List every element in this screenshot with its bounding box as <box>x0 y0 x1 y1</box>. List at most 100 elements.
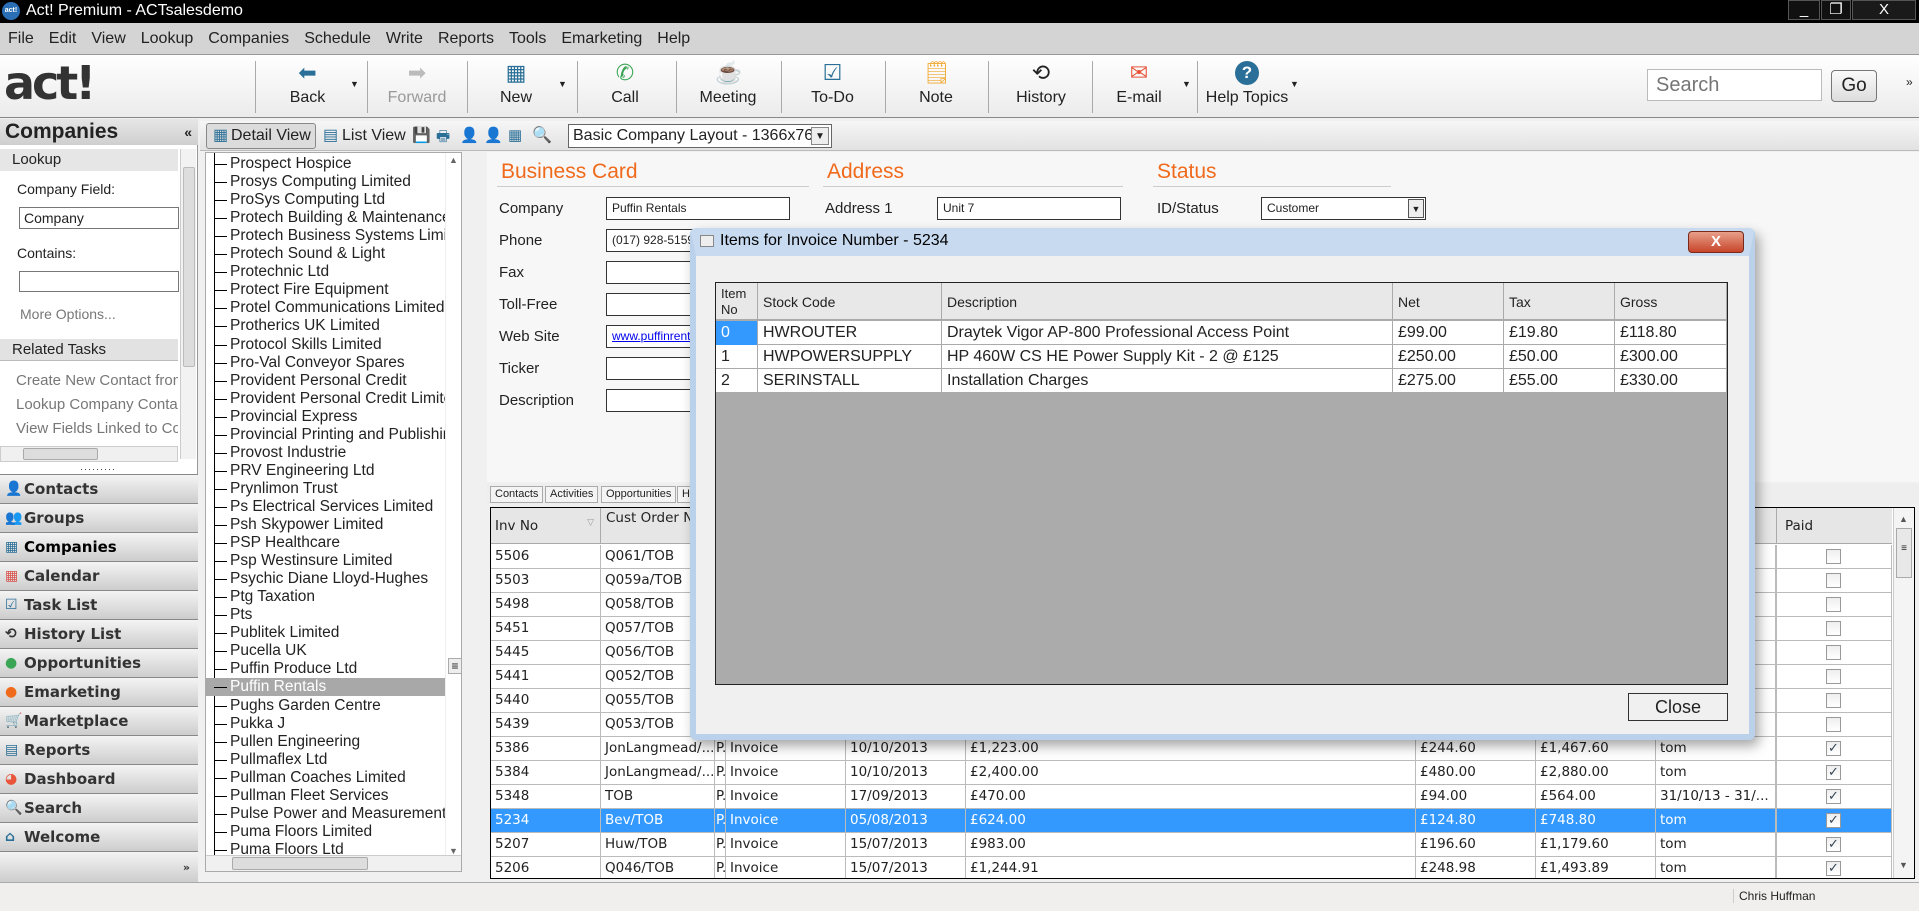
todo-button[interactable]: ☑ To-Do <box>800 59 865 115</box>
history-button[interactable]: ⟲ History <box>1010 59 1072 115</box>
id-status-select[interactable]: Customer ▼ <box>1261 197 1426 220</box>
menu-help[interactable]: Help <box>657 30 690 48</box>
tree-item[interactable]: Puffin Rentals <box>206 678 461 697</box>
meeting-button[interactable]: ☕ Meeting <box>692 59 764 115</box>
nav-search[interactable]: 🔍 Search <box>0 793 198 822</box>
company-field-select[interactable]: Company <box>19 207 179 229</box>
detail-view-button[interactable]: ▦ Detail View <box>206 123 316 149</box>
tree-item[interactable]: Pucella UK <box>206 642 461 660</box>
chevron-down-icon[interactable]: ▼ <box>811 127 829 145</box>
tree-item[interactable]: PRV Engineering Ltd <box>206 462 461 480</box>
nav-emarketing[interactable]: ● Emarketing <box>0 677 198 706</box>
nav-task-list[interactable]: ☑ Task List <box>0 590 198 619</box>
menu-schedule[interactable]: Schedule <box>304 30 371 48</box>
tree-item[interactable]: Pullman Fleet Services <box>206 787 461 805</box>
paid-checkbox[interactable]: ✓ <box>1826 765 1841 780</box>
tree-item[interactable]: Provident Personal Credit Limited <box>206 390 461 408</box>
print-icon[interactable]: 🖶 <box>436 126 450 151</box>
paid-checkbox[interactable]: ✓ <box>1826 813 1841 828</box>
col-gross[interactable]: Gross <box>1615 283 1727 320</box>
tree-item[interactable]: Pulse Power and Measurement Ltd <box>206 805 461 823</box>
tree-item[interactable]: Puma Floors Limited <box>206 823 461 841</box>
related-task-link[interactable]: Lookup Company Contacts <box>16 393 178 417</box>
tree-item[interactable]: Provincial Express <box>206 408 461 426</box>
note-button[interactable]: 🗒 Note <box>910 59 962 115</box>
tree-item[interactable]: Prosys Computing Limited <box>206 173 461 191</box>
col-stock-code[interactable]: Stock Code <box>758 283 942 320</box>
tree-item[interactable]: Publitek Limited <box>206 624 461 642</box>
minimize-button[interactable]: _ <box>1788 0 1820 20</box>
tree-item[interactable]: Pullman Coaches Limited <box>206 769 461 787</box>
save-icon[interactable]: 💾 <box>412 126 431 144</box>
grid-vertical-scrollbar[interactable]: ▲ ≡ ▼ <box>1893 508 1914 878</box>
nav-history-list[interactable]: ⟲ History List <box>0 619 198 648</box>
menu-reports[interactable]: Reports <box>438 30 494 48</box>
help-topics-button[interactable]: ? Help Topics <box>1203 59 1291 115</box>
col-item-no[interactable]: Item No <box>716 283 758 320</box>
go-button[interactable]: Go <box>1831 70 1877 102</box>
invoice-row[interactable]: 5207 Huw/TOB P. Invoice 15/07/2013 £983.00 £19… <box>491 833 1892 857</box>
tree-item[interactable]: ProSys Computing Ltd <box>206 191 461 209</box>
search-icon[interactable]: 🔍 <box>532 125 552 145</box>
tree-item[interactable]: Protechnic Ltd <box>206 263 461 281</box>
company-icon[interactable]: ▦ <box>508 126 522 144</box>
paid-checkbox[interactable] <box>1826 621 1841 636</box>
new-dropdown-icon[interactable]: ▼ <box>558 79 567 89</box>
more-options-link[interactable]: More Options... <box>20 306 116 322</box>
menu-file[interactable]: File <box>8 30 34 48</box>
tree-item[interactable]: Protech Business Systems Limited <box>206 227 461 245</box>
menu-write[interactable]: Write <box>386 30 423 48</box>
paid-checkbox[interactable] <box>1826 717 1841 732</box>
tree-item[interactable]: Prynlimon Trust <box>206 480 461 498</box>
back-button[interactable]: ⬅ Back <box>280 59 335 115</box>
menu-companies[interactable]: Companies <box>208 30 289 48</box>
tree-item[interactable]: Protech Sound & Light <box>206 245 461 263</box>
remove-contact-icon[interactable]: 👤 <box>484 126 503 144</box>
nav-opportunities[interactable]: ● Opportunities <box>0 648 198 677</box>
tree-item[interactable]: Pro-Val Conveyor Spares <box>206 354 461 372</box>
tree-item[interactable]: Psh Skypower Limited <box>206 516 461 534</box>
tree-item[interactable]: Psychic Diane Lloyd-Hughes <box>206 570 461 588</box>
address1-field[interactable]: Unit 7 <box>937 197 1121 220</box>
col-inv-no[interactable]: Inv No ▽ <box>491 508 601 544</box>
nav-companies[interactable]: ▦ Companies <box>0 532 198 561</box>
call-button[interactable]: ✆ Call <box>600 59 650 115</box>
horizontal-scrollbar[interactable] <box>0 446 178 462</box>
search-input[interactable] <box>1647 69 1822 101</box>
paid-checkbox[interactable] <box>1826 573 1841 588</box>
menu-lookup[interactable]: Lookup <box>141 30 194 48</box>
invoice-row[interactable]: 5206 Q046/TOB P. Invoice 15/07/2013 £1,244.91… <box>491 857 1892 878</box>
tree-item[interactable]: Protherics UK Limited <box>206 317 461 335</box>
nav-reports[interactable]: ▤ Reports <box>0 735 198 764</box>
paid-checkbox[interactable] <box>1826 597 1841 612</box>
invoice-item-row[interactable]: 0 HWROUTER Draytek Vigor AP-800 Profession… <box>716 321 1727 345</box>
toolbar-overflow-icon[interactable]: » <box>1906 75 1913 89</box>
lookup-scrollbar[interactable] <box>180 149 196 459</box>
chevron-down-icon[interactable]: ▼ <box>1408 199 1424 218</box>
paid-checkbox[interactable] <box>1826 645 1841 660</box>
tab-opportunities[interactable]: Opportunities <box>601 486 677 503</box>
menu-tools[interactable]: Tools <box>509 30 546 48</box>
related-task-link[interactable]: View Fields Linked to Contact <box>16 417 178 441</box>
tab-contacts[interactable]: Contacts <box>490 486 544 503</box>
tree-horizontal-scrollbar[interactable] <box>206 855 461 871</box>
email-dropdown-icon[interactable]: ▼ <box>1182 79 1191 89</box>
paid-checkbox[interactable]: ✓ <box>1826 837 1841 852</box>
tree-item[interactable]: Pughs Garden Centre <box>206 697 461 715</box>
invoice-row[interactable]: 5348 TOB P. Invoice 17/09/2013 £470.00 £94.00 £… <box>491 785 1892 809</box>
invoice-item-row[interactable]: 2 SERINSTALL Installation Charges £275.00 £5… <box>716 369 1727 393</box>
nav-groups[interactable]: 👥 Groups <box>0 503 198 532</box>
tree-item[interactable]: Protel Communications Limited <box>206 299 461 317</box>
tree-item[interactable]: Ps Electrical Services Limited <box>206 498 461 516</box>
tree-item[interactable]: Ptg Taxation <box>206 588 461 606</box>
col-description[interactable]: Description <box>942 283 1393 320</box>
tree-item[interactable]: PSP Healthcare <box>206 534 461 552</box>
tree-item[interactable]: Pukka J <box>206 715 461 733</box>
resize-grip[interactable]: ········· <box>80 464 116 474</box>
tree-item[interactable]: Provincial Printing and Publishing <box>206 426 461 444</box>
nav-dashboard[interactable]: ◕ Dashboard <box>0 764 198 793</box>
related-task-link[interactable]: Create New Contact from <box>16 369 178 393</box>
paid-checkbox[interactable] <box>1826 549 1841 564</box>
tree-item[interactable]: Provost Industrie <box>206 444 461 462</box>
col-net[interactable]: Net <box>1393 283 1504 320</box>
